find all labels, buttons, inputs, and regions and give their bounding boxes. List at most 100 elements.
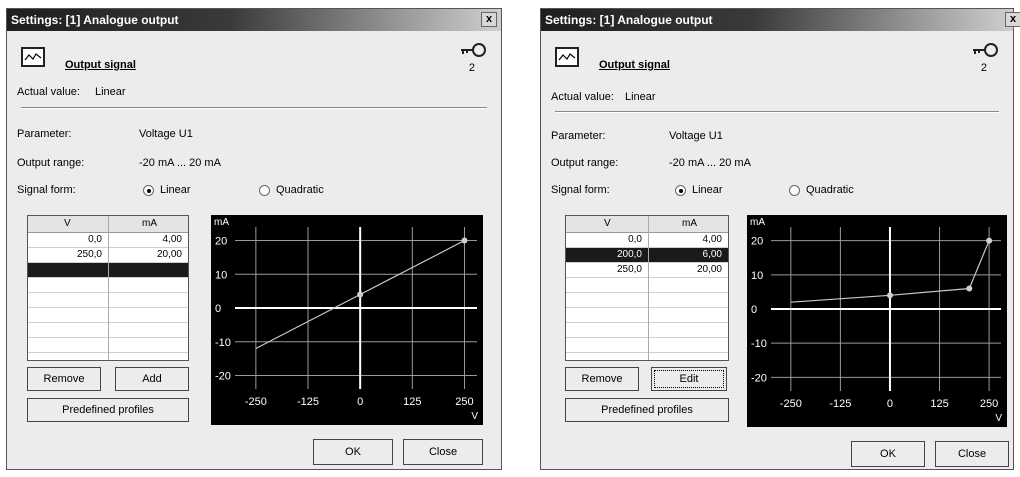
cell-v: 250,0 bbox=[76, 249, 102, 260]
ok-button[interactable]: OK bbox=[313, 439, 393, 465]
parameter-label: Parameter: bbox=[551, 130, 606, 142]
close-button[interactable]: Close bbox=[403, 439, 483, 465]
actual-value: Linear bbox=[625, 91, 656, 103]
ok-button[interactable]: OK bbox=[851, 441, 925, 467]
dialog-title: Settings: [1] Analogue output bbox=[11, 13, 179, 27]
y-tick-label: 10 bbox=[751, 270, 763, 282]
close-icon[interactable]: x bbox=[1005, 12, 1020, 27]
cell-v: 200,0 bbox=[616, 249, 642, 260]
access-level: 2 bbox=[980, 62, 987, 74]
cell-ma: 20,00 bbox=[156, 249, 182, 260]
y-tick-label: 0 bbox=[751, 304, 757, 316]
table-row-empty[interactable] bbox=[566, 308, 728, 323]
signal-form-label: Signal form: bbox=[551, 184, 610, 196]
table-row-selected[interactable]: 200,0 6,00 bbox=[566, 248, 728, 263]
divider bbox=[21, 107, 487, 109]
divider bbox=[555, 111, 999, 113]
radio-linear[interactable] bbox=[675, 185, 686, 196]
table-header: V mA bbox=[566, 216, 728, 233]
parameter-value: Voltage U1 bbox=[139, 128, 193, 140]
radio-quadratic[interactable] bbox=[259, 185, 270, 196]
table-row[interactable]: 250,0 20,00 bbox=[566, 263, 728, 278]
data-point bbox=[461, 237, 468, 244]
data-point bbox=[986, 237, 993, 244]
radio-linear-label[interactable]: Linear bbox=[160, 184, 191, 196]
section-title: Output signal bbox=[599, 59, 670, 71]
column-header-ma: mA bbox=[682, 218, 697, 229]
radio-quadratic[interactable] bbox=[789, 185, 800, 196]
cell-ma: 20,00 bbox=[696, 264, 722, 275]
title-bar[interactable]: Settings: [1] Analogue output x bbox=[7, 9, 501, 31]
x-tick-label: 125 bbox=[403, 396, 421, 408]
remove-button[interactable]: Remove bbox=[27, 367, 101, 391]
predefined-profiles-button[interactable]: Predefined profiles bbox=[565, 398, 729, 422]
dialog-title: Settings: [1] Analogue output bbox=[545, 13, 713, 27]
radio-linear-label[interactable]: Linear bbox=[692, 184, 723, 196]
close-icon[interactable]: x bbox=[481, 12, 497, 27]
radio-quadratic-label[interactable]: Quadratic bbox=[276, 184, 324, 196]
settings-dialog-right: Settings: [1] Analogue output x Output s… bbox=[540, 8, 1020, 470]
table-row-empty[interactable] bbox=[566, 293, 728, 308]
y-axis-label: mA bbox=[750, 217, 765, 228]
data-point bbox=[886, 292, 893, 299]
signal-icon bbox=[555, 47, 579, 67]
y-tick-label: -10 bbox=[215, 337, 231, 349]
points-table[interactable]: V mA 0,0 4,00 200,0 6,00 250,0 20,00 bbox=[565, 215, 729, 361]
predefined-profiles-button[interactable]: Predefined profiles bbox=[27, 398, 189, 422]
x-tick-label: 125 bbox=[930, 398, 948, 410]
radio-linear[interactable] bbox=[143, 185, 154, 196]
output-range-value: -20 mA ... 20 mA bbox=[669, 157, 751, 169]
settings-dialog-left: Settings: [1] Analogue output x Output s… bbox=[6, 8, 502, 470]
access-level: 2 bbox=[468, 62, 475, 74]
characteristic-chart: 20 10 0 -10 -20 -250 -125 0 125 250 mA V bbox=[747, 215, 1007, 427]
parameter-value: Voltage U1 bbox=[669, 130, 723, 142]
y-tick-label: 10 bbox=[215, 269, 227, 281]
output-range-label: Output range: bbox=[551, 157, 619, 169]
parameter-label: Parameter: bbox=[17, 128, 72, 140]
actual-value-label: Actual value: bbox=[17, 86, 80, 98]
cell-v: 250,0 bbox=[616, 264, 642, 275]
title-bar[interactable]: Settings: [1] Analogue output x bbox=[541, 9, 1020, 31]
x-tick-label: 250 bbox=[455, 396, 473, 408]
x-tick-label: 250 bbox=[980, 398, 998, 410]
section-title: Output signal bbox=[65, 59, 136, 71]
column-divider bbox=[108, 216, 109, 360]
signal-icon bbox=[21, 47, 45, 67]
x-tick-label: -125 bbox=[829, 398, 851, 410]
characteristic-chart: 20 10 0 -10 -20 -250 -125 0 125 250 mA V bbox=[211, 215, 483, 425]
cell-ma: 4,00 bbox=[702, 234, 722, 245]
output-range-value: -20 mA ... 20 mA bbox=[139, 157, 221, 169]
table-row[interactable]: 0,0 4,00 bbox=[566, 233, 728, 248]
x-axis-label: V bbox=[995, 413, 1002, 424]
y-tick-label: -20 bbox=[215, 371, 231, 383]
column-header-v: V bbox=[604, 218, 611, 229]
table-row-empty[interactable] bbox=[566, 278, 728, 293]
cell-v: 0,0 bbox=[88, 234, 102, 245]
close-button[interactable]: Close bbox=[935, 441, 1009, 467]
data-point bbox=[966, 285, 973, 292]
x-axis-label: V bbox=[471, 411, 478, 422]
y-tick-label: 0 bbox=[215, 303, 221, 315]
signal-form-label: Signal form: bbox=[17, 184, 76, 196]
column-divider bbox=[648, 216, 649, 360]
x-tick-label: -250 bbox=[780, 398, 802, 410]
y-tick-label: 20 bbox=[215, 236, 227, 248]
y-tick-label: -20 bbox=[751, 372, 767, 384]
x-tick-label: -125 bbox=[297, 396, 319, 408]
remove-button[interactable]: Remove bbox=[565, 367, 639, 391]
column-header-v: V bbox=[64, 218, 71, 229]
x-tick-label: 0 bbox=[357, 396, 363, 408]
edit-button[interactable]: Edit bbox=[651, 367, 727, 391]
points-table[interactable]: V mA 0,0 4,00 250,0 20,00 bbox=[27, 215, 189, 361]
add-button[interactable]: Add bbox=[115, 367, 189, 391]
key-icon bbox=[459, 42, 487, 63]
column-header-ma: mA bbox=[142, 218, 157, 229]
output-range-label: Output range: bbox=[17, 157, 85, 169]
table-row-empty[interactable] bbox=[566, 323, 728, 338]
y-tick-label: 20 bbox=[751, 236, 763, 248]
table-row-empty[interactable] bbox=[566, 338, 728, 353]
radio-quadratic-label[interactable]: Quadratic bbox=[806, 184, 854, 196]
key-icon bbox=[971, 42, 999, 63]
actual-value: Linear bbox=[95, 86, 126, 98]
x-tick-label: -250 bbox=[245, 396, 267, 408]
